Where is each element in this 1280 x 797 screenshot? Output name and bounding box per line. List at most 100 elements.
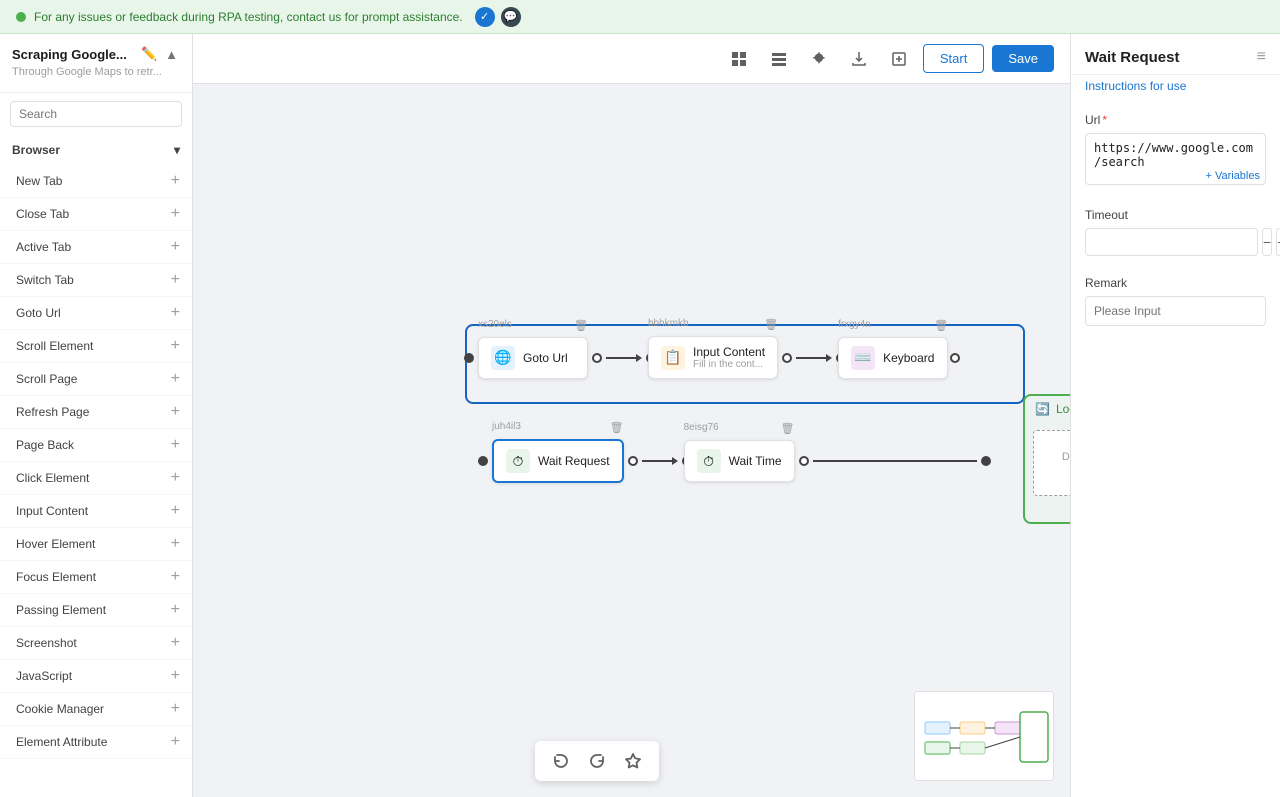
add-focus-element-icon[interactable]: +	[171, 568, 180, 586]
node-wait-time-wrapper: 8eisg76 🗑 ⏱ Wait Time	[684, 440, 795, 482]
cookie-manager-label: Cookie Manager	[16, 702, 104, 716]
node-delete-juh4il3[interactable]: 🗑	[610, 421, 624, 434]
panel-menu-icon[interactable]: ≡	[1257, 48, 1266, 66]
node-input-content[interactable]: 📋 Input Content Fill in the cont...	[648, 336, 778, 379]
active-tab-label: Active Tab	[16, 240, 71, 254]
passing-element-label: Passing Element	[16, 603, 106, 617]
sidebar-item-input-content[interactable]: Input Content +	[0, 495, 192, 528]
conn-line-2-3	[796, 357, 826, 359]
node-keyboard-wrapper: frxgy4n 🗑 ⌨️ Keyboard	[838, 337, 948, 379]
node-id-bbhkmkb: bbhkmkb	[648, 318, 689, 329]
connector-r2-long	[795, 456, 995, 466]
settings-button[interactable]	[803, 43, 835, 75]
instructions-link[interactable]: Instructions for use	[1071, 75, 1280, 103]
node-delete-xs20els[interactable]: 🗑	[574, 319, 588, 332]
input-content-icon: 📋	[661, 346, 685, 370]
panel-remark-section: Remark	[1071, 266, 1280, 336]
sidebar-item-switch-tab[interactable]: Switch Tab +	[0, 264, 192, 297]
add-javascript-icon[interactable]: +	[171, 667, 180, 685]
add-element-attribute-icon[interactable]: +	[171, 733, 180, 751]
center-area: Start Save xs20els 🗑 🌐 Goto Url	[193, 34, 1070, 797]
add-active-tab-icon[interactable]: +	[171, 238, 180, 256]
timeout-input[interactable]: 30000	[1085, 228, 1258, 256]
sidebar-item-screenshot[interactable]: Screenshot +	[0, 627, 192, 660]
browser-section-label: Browser	[12, 143, 60, 157]
sidebar-item-javascript[interactable]: JavaScript +	[0, 660, 192, 693]
add-scroll-page-icon[interactable]: +	[171, 370, 180, 388]
variables-link[interactable]: + Variables	[1205, 170, 1260, 182]
node-delete-frxgy4n[interactable]: 🗑	[934, 319, 948, 332]
sidebar-item-element-attribute[interactable]: Element Attribute +	[0, 726, 192, 759]
remark-input[interactable]	[1085, 296, 1266, 326]
search-input[interactable]	[10, 101, 182, 127]
timeout-increase-button[interactable]: +	[1276, 228, 1280, 256]
add-click-element-icon[interactable]: +	[171, 469, 180, 487]
conn-dot-left-2	[478, 456, 488, 466]
edit-icon[interactable]: ✏️	[139, 44, 159, 64]
panel-url-section: Url * https://www.google.com/search + Va…	[1071, 103, 1280, 198]
conn-line-long	[813, 460, 977, 462]
node-delete-bbhkmkb[interactable]: 🗑	[764, 318, 778, 331]
sidebar-item-hover-element[interactable]: Hover Element +	[0, 528, 192, 561]
start-button[interactable]: Start	[923, 44, 984, 73]
node-wait-time[interactable]: ⏱ Wait Time	[684, 440, 795, 482]
add-close-tab-icon[interactable]: +	[171, 205, 180, 223]
node-keyboard[interactable]: ⌨️ Keyboard	[838, 337, 948, 379]
javascript-label: JavaScript	[16, 669, 72, 683]
add-new-tab-icon[interactable]: +	[171, 172, 180, 190]
add-passing-element-icon[interactable]: +	[171, 601, 180, 619]
node-goto-url[interactable]: 🌐 Goto Url	[478, 337, 588, 379]
sidebar-item-focus-element[interactable]: Focus Element +	[0, 561, 192, 594]
conn-in-loop	[981, 456, 991, 466]
add-refresh-page-icon[interactable]: +	[171, 403, 180, 421]
sidebar-item-goto-url[interactable]: Goto Url +	[0, 297, 192, 330]
sidebar-item-scroll-page[interactable]: Scroll Page +	[0, 363, 192, 396]
sidebar-item-close-tab[interactable]: Close Tab +	[0, 198, 192, 231]
grid-view-button[interactable]	[723, 43, 755, 75]
add-cookie-manager-icon[interactable]: +	[171, 700, 180, 718]
collapse-icon[interactable]: ▲	[163, 45, 180, 64]
redo-button[interactable]	[583, 747, 611, 775]
wait-time-label-text: Wait Time	[729, 454, 782, 468]
panel-header: Wait Request ≡	[1071, 34, 1280, 75]
sidebar-subtitle: Through Google Maps to retr...	[12, 66, 180, 78]
sidebar-item-active-tab[interactable]: Active Tab +	[0, 231, 192, 264]
export-button[interactable]	[843, 43, 875, 75]
favorite-button[interactable]	[619, 747, 647, 775]
canvas-area[interactable]: xs20els 🗑 🌐 Goto Url	[193, 84, 1070, 797]
sidebar-item-click-element[interactable]: Click Element +	[0, 462, 192, 495]
conn-out-1	[592, 353, 602, 363]
node-id-xs20els: xs20els	[478, 319, 512, 330]
sidebar-item-scroll-element[interactable]: Scroll Element +	[0, 330, 192, 363]
screenshot-label: Screenshot	[16, 636, 77, 650]
add-page-back-icon[interactable]: +	[171, 436, 180, 454]
sidebar-item-refresh-page[interactable]: Refresh Page +	[0, 396, 192, 429]
add-screenshot-icon[interactable]: +	[171, 634, 180, 652]
wait-request-label-text: Wait Request	[538, 454, 610, 468]
add-hover-element-icon[interactable]: +	[171, 535, 180, 553]
timeout-decrease-button[interactable]: −	[1262, 228, 1272, 256]
add-switch-tab-icon[interactable]: +	[171, 271, 180, 289]
node-delete-8eisg76[interactable]: 🗑	[781, 422, 795, 435]
add-input-content-icon[interactable]: +	[171, 502, 180, 520]
browser-section-header[interactable]: Browser ▾	[0, 135, 192, 165]
list-view-button[interactable]	[763, 43, 795, 75]
node-wait-request[interactable]: ⏱ Wait Request	[492, 439, 624, 483]
bottom-toolbar	[535, 741, 659, 781]
add-goto-url-icon[interactable]: +	[171, 304, 180, 322]
loop-drop-zone[interactable]: Drag & drop a block here	[1033, 430, 1070, 496]
wait-request-icon: ⏱	[506, 449, 530, 473]
scroll-element-label: Scroll Element	[16, 339, 93, 353]
add-scroll-element-icon[interactable]: +	[171, 337, 180, 355]
sidebar-item-new-tab[interactable]: New Tab +	[0, 165, 192, 198]
import-button[interactable]	[883, 43, 915, 75]
sidebar-item-passing-element[interactable]: Passing Element +	[0, 594, 192, 627]
sidebar-item-page-back[interactable]: Page Back +	[0, 429, 192, 462]
save-button[interactable]: Save	[992, 45, 1054, 72]
node-id-frxgy4n: frxgy4n	[838, 319, 871, 330]
sidebar-header: Scraping Google... ✏️ ▲ Through Google M…	[0, 34, 192, 93]
undo-button[interactable]	[547, 747, 575, 775]
sidebar-item-cookie-manager[interactable]: Cookie Manager +	[0, 693, 192, 726]
status-dot	[16, 12, 26, 22]
keyboard-icon: ⌨️	[851, 346, 875, 370]
